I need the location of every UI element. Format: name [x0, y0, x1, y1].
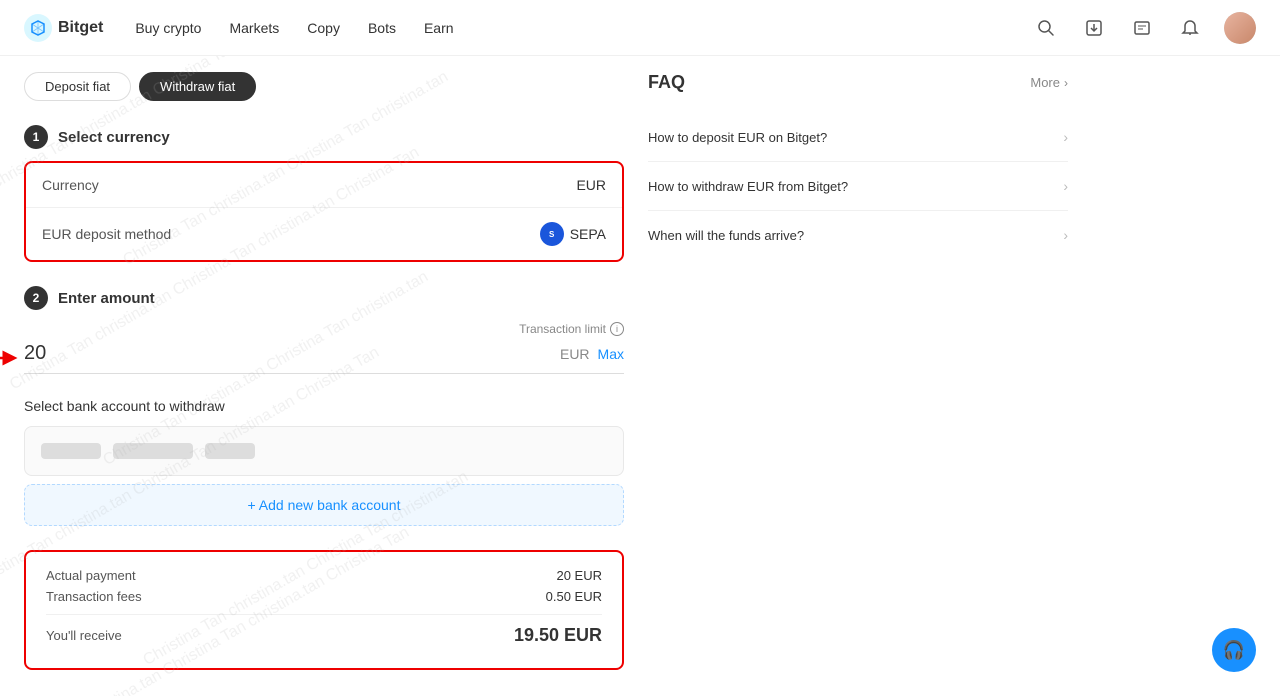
amount-currency: EUR: [560, 346, 590, 362]
actual-payment-label: Actual payment: [46, 568, 136, 583]
currency-row[interactable]: Currency EUR: [26, 163, 622, 208]
step2-number: 2: [24, 286, 48, 310]
tab-withdraw-fiat[interactable]: Withdraw fiat: [139, 72, 256, 101]
summary-box: Actual payment 20 EUR Transaction fees 0…: [24, 550, 624, 670]
left-panel: Deposit fiat Withdraw fiat 1 Select curr…: [24, 72, 624, 670]
faq-question-0: How to deposit EUR on Bitget?: [648, 130, 827, 145]
step2-label: Enter amount: [58, 290, 155, 307]
nav-earn[interactable]: Earn: [424, 20, 454, 36]
logo[interactable]: Bitget: [24, 14, 103, 42]
support-icon: 🎧: [1223, 640, 1245, 661]
sepa-icon: S: [540, 222, 564, 246]
actual-payment-value: 20 EUR: [556, 568, 602, 583]
red-arrow: [0, 344, 20, 372]
bank-card[interactable]: [24, 426, 624, 476]
faq-question-1: How to withdraw EUR from Bitget?: [648, 179, 848, 194]
main-container: Deposit fiat Withdraw fiat 1 Select curr…: [0, 56, 1280, 686]
add-bank-button[interactable]: + Add new bank account: [24, 484, 624, 526]
currency-selection-box: Currency EUR EUR deposit method S SEPA: [24, 161, 624, 262]
amount-section: Transaction limit i 20 EUR Max: [24, 322, 624, 374]
amount-value[interactable]: 20: [24, 342, 46, 365]
summary-divider: [46, 614, 602, 615]
faq-more-label: More: [1030, 75, 1060, 90]
nav-bots[interactable]: Bots: [368, 20, 396, 36]
faq-item-1[interactable]: How to withdraw EUR from Bitget? ›: [648, 162, 1068, 211]
faq-header: FAQ More ›: [648, 72, 1068, 93]
deposit-method-label: EUR deposit method: [42, 226, 171, 242]
step1-title: 1 Select currency: [24, 125, 624, 149]
sepa-text: S: [549, 230, 554, 239]
bank-placeholder-2: [113, 443, 193, 459]
transfer-icon[interactable]: [1128, 14, 1156, 42]
amount-right: EUR Max: [560, 346, 624, 362]
nav-buy-crypto[interactable]: Buy crypto: [135, 20, 201, 36]
sepa-badge: S SEPA: [540, 222, 606, 246]
transaction-limit-text: Transaction limit: [519, 322, 606, 336]
search-icon[interactable]: [1032, 14, 1060, 42]
step1-label: Select currency: [58, 129, 170, 146]
navbar-right: [1032, 12, 1256, 44]
you-receive-value: 19.50 EUR: [514, 625, 602, 646]
currency-label: Currency: [42, 177, 99, 193]
you-receive-row: You'll receive 19.50 EUR: [46, 625, 602, 646]
bank-section-title: Select bank account to withdraw: [24, 398, 624, 414]
you-receive-label: You'll receive: [46, 628, 122, 643]
navbar: Bitget Buy crypto Markets Copy Bots Earn: [0, 0, 1280, 56]
faq-more-button[interactable]: More ›: [1030, 75, 1068, 90]
faq-panel: FAQ More › How to deposit EUR on Bitget?…: [648, 72, 1068, 670]
step1-number: 1: [24, 125, 48, 149]
transaction-limit-row: Transaction limit i: [24, 322, 624, 336]
navbar-links: Buy crypto Markets Copy Bots Earn: [135, 20, 453, 36]
support-button[interactable]: 🎧: [1212, 628, 1256, 672]
faq-chevron-0: ›: [1063, 129, 1068, 145]
faq-item-0[interactable]: How to deposit EUR on Bitget? ›: [648, 113, 1068, 162]
nav-markets[interactable]: Markets: [229, 20, 279, 36]
info-icon[interactable]: i: [610, 322, 624, 336]
chevron-right-icon: ›: [1064, 76, 1068, 90]
notification-icon[interactable]: [1176, 14, 1204, 42]
amount-input-row: 20 EUR Max: [24, 342, 624, 374]
actual-payment-row: Actual payment 20 EUR: [46, 568, 602, 583]
faq-title: FAQ: [648, 72, 685, 93]
tabs: Deposit fiat Withdraw fiat: [24, 72, 624, 101]
avatar-image: [1224, 12, 1256, 44]
bank-placeholder-1: [41, 443, 101, 459]
bitget-logo-icon: [24, 14, 52, 42]
bank-section: Select bank account to withdraw + Add ne…: [24, 398, 624, 526]
faq-item-2[interactable]: When will the funds arrive? ›: [648, 211, 1068, 259]
deposit-method-value: SEPA: [570, 226, 606, 242]
faq-chevron-1: ›: [1063, 178, 1068, 194]
max-button[interactable]: Max: [598, 346, 624, 362]
bank-placeholder-3: [205, 443, 255, 459]
tab-deposit-fiat[interactable]: Deposit fiat: [24, 72, 131, 101]
step2-title: 2 Enter amount: [24, 286, 624, 310]
avatar[interactable]: [1224, 12, 1256, 44]
transaction-fees-value: 0.50 EUR: [546, 589, 602, 604]
deposit-method-row[interactable]: EUR deposit method S SEPA: [26, 208, 622, 260]
faq-question-2: When will the funds arrive?: [648, 228, 804, 243]
transaction-fees-row: Transaction fees 0.50 EUR: [46, 589, 602, 604]
transaction-fees-label: Transaction fees: [46, 589, 142, 604]
nav-copy[interactable]: Copy: [307, 20, 340, 36]
logo-text: Bitget: [58, 19, 103, 37]
bank-placeholder: [41, 443, 607, 459]
download-icon[interactable]: [1080, 14, 1108, 42]
currency-value: EUR: [576, 177, 606, 193]
faq-chevron-2: ›: [1063, 227, 1068, 243]
